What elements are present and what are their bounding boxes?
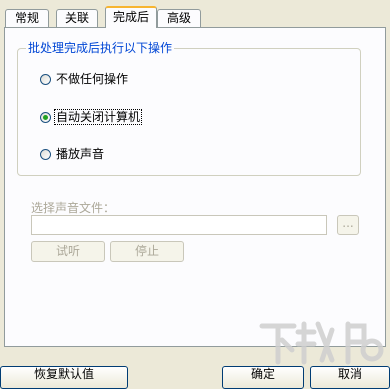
listen-button[interactable]: 试听 — [31, 241, 105, 262]
ok-button[interactable]: 确定 — [222, 366, 304, 389]
tab-panel: 批处理完成后执行以下操作 不做任何操作 自动关闭计算机 播放声音 选择声音文件：… — [4, 27, 386, 347]
group-title: 批处理完成后执行以下操作 — [26, 41, 175, 55]
cancel-button[interactable]: 取消 — [310, 366, 390, 389]
radio-play-sound[interactable] — [40, 148, 51, 160]
option-shutdown[interactable]: 自动关闭计算机 — [40, 109, 143, 125]
ok-label: 确定 — [250, 367, 275, 381]
cancel-label: 取消 — [337, 367, 362, 381]
stop-button[interactable]: 停止 — [110, 241, 184, 262]
site-logo-watermark — [256, 316, 384, 368]
option-label: 不做任何操作 — [56, 72, 129, 86]
tab-strip: 常规 关联 完成后 高级 — [0, 0, 390, 28]
restore-defaults-button[interactable]: 恢复默认值 — [0, 366, 128, 389]
tab-after-completion[interactable]: 完成后 — [105, 6, 157, 28]
tab-association[interactable]: 关联 — [56, 9, 98, 27]
after-action-group: 批处理完成后执行以下操作 不做任何操作 自动关闭计算机 播放声音 — [17, 41, 361, 176]
option-do-nothing[interactable]: 不做任何操作 — [40, 71, 129, 87]
radio-do-nothing[interactable] — [40, 73, 51, 85]
restore-defaults-label: 恢复默认值 — [33, 367, 94, 381]
tab-general[interactable]: 常规 — [5, 9, 49, 27]
sound-file-input[interactable] — [31, 215, 327, 235]
option-play-sound[interactable]: 播放声音 — [40, 146, 105, 162]
sound-file-label: 选择声音文件： — [31, 201, 116, 215]
tab-advanced[interactable]: 高级 — [157, 9, 201, 27]
option-label: 自动关闭计算机 — [53, 109, 143, 125]
radio-shutdown[interactable] — [40, 111, 51, 123]
browse-button[interactable]: ... — [337, 215, 359, 235]
option-label: 播放声音 — [56, 147, 105, 161]
